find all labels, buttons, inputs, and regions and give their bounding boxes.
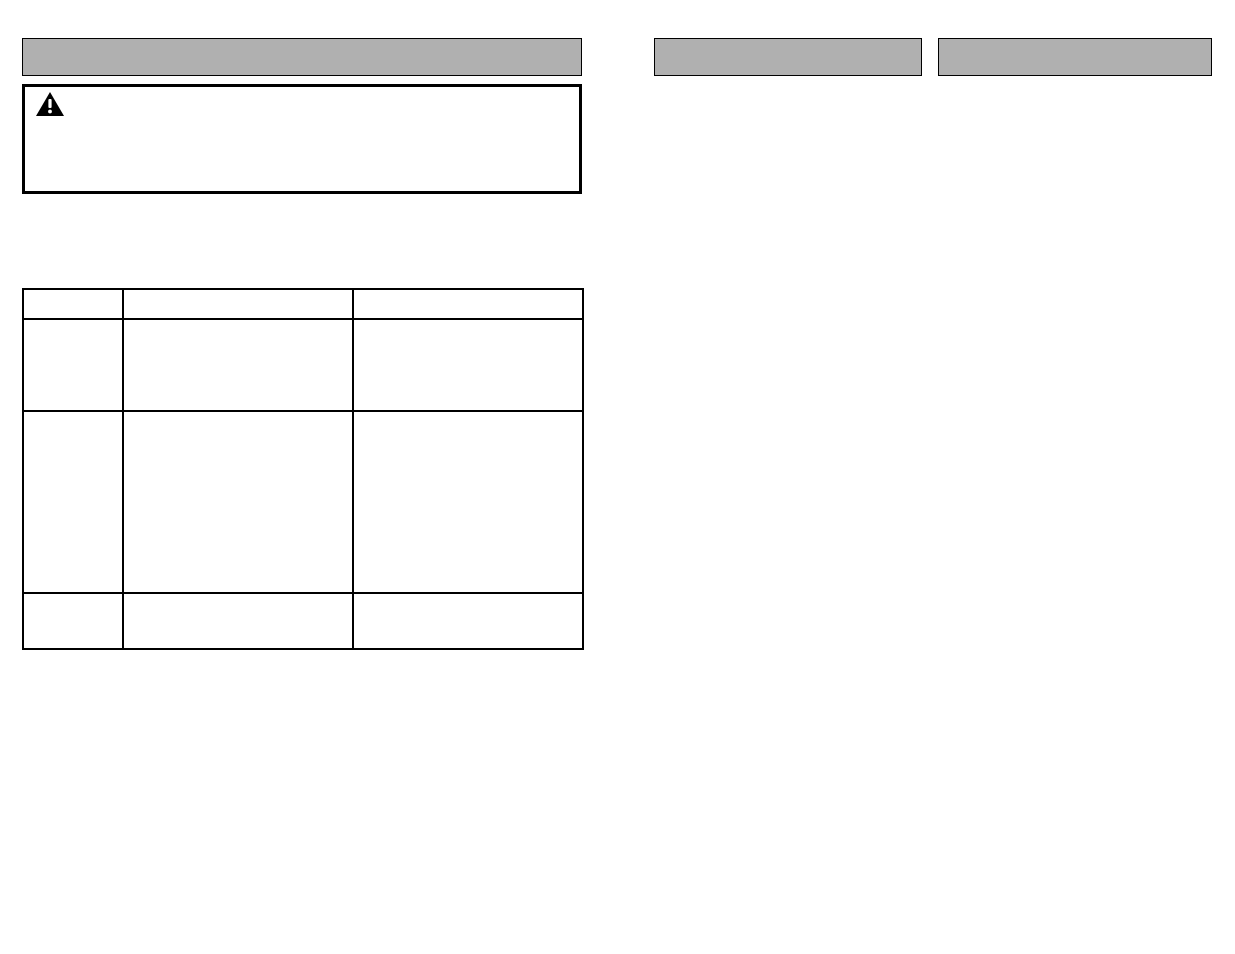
table-header-cell <box>123 289 353 319</box>
table-header-cell <box>23 289 123 319</box>
table-cell <box>353 411 583 593</box>
table-cell <box>23 411 123 593</box>
left-section-header <box>22 38 582 76</box>
right-section-header-text <box>939 34 955 61</box>
mid-section-header <box>654 38 922 76</box>
mid-column <box>654 38 922 76</box>
table-header-cell <box>353 289 583 319</box>
warning-icon <box>35 91 65 117</box>
table-cell <box>353 593 583 649</box>
warning-text <box>35 107 569 119</box>
table-header-row <box>23 289 583 319</box>
left-column <box>22 38 582 650</box>
table-cell <box>123 593 353 649</box>
table-cell <box>123 411 353 593</box>
left-section-header-text <box>23 34 39 61</box>
table-row <box>23 319 583 411</box>
mid-section-header-text <box>655 34 671 61</box>
table-cell <box>353 319 583 411</box>
right-column <box>938 38 1212 76</box>
right-section-header <box>938 38 1212 76</box>
table-cell <box>23 593 123 649</box>
spec-table <box>22 288 584 650</box>
table-row <box>23 593 583 649</box>
table-cell <box>23 319 123 411</box>
warning-box <box>22 84 582 194</box>
table-row <box>23 411 583 593</box>
table-cell <box>123 319 353 411</box>
warning-label <box>69 95 569 107</box>
